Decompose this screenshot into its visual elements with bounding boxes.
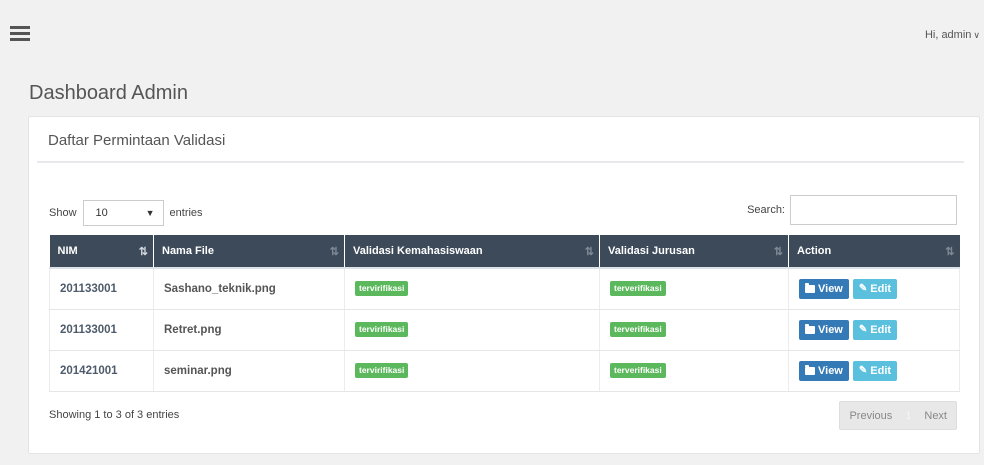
status-badge: tervirifikasi [355,322,409,337]
pencil-icon: ✎ [858,365,868,376]
cell-file-name: seminar.png [153,350,345,392]
entries-select[interactable]: 10 ▼ [82,200,164,226]
search-control: Search: [747,195,957,225]
cell-file-name: Sashano_teknik.png [153,267,345,310]
dropdown-arrow-icon: ▼ [145,208,155,218]
column-header-nim[interactable]: NIM ⇅ [49,235,154,268]
column-header-validasi-jurusan[interactable]: Validasi Jurusan ⇅ [599,235,789,268]
pagination: Previous 1 Next [839,401,957,430]
table-row: 201421001 seminar.png tervirifikasi terv… [49,350,960,392]
entries-length-control: Show 10 ▼ entries [49,200,203,226]
previous-page-button[interactable]: Previous [840,402,901,429]
status-badge: terverifikasi [610,281,666,297]
column-header-validasi-kemahasiswaan[interactable]: Validasi Kemahasiswaan ⇅ [344,235,600,268]
hamburger-menu-icon[interactable] [10,26,30,42]
view-button[interactable]: View [799,278,849,299]
cell-nim: 201421001 [49,350,154,392]
folder-icon [805,282,815,293]
edit-button[interactable]: ✎ Edit [852,319,898,340]
cell-nim: 201133001 [49,267,154,310]
sort-icon: ⇅ [329,246,339,258]
edit-button[interactable]: ✎ Edit [852,278,898,299]
sort-icon: ⇅ [773,246,783,258]
cell-nim: 201133001 [49,309,154,351]
next-page-button[interactable]: Next [915,402,956,429]
search-input[interactable] [790,195,957,225]
table-row: 201133001 Sashano_teknik.png tervirifika… [49,267,960,310]
sort-icon: ⇅ [584,246,594,258]
table-row: 201133001 Retret.png tervirifikasi terve… [49,309,960,351]
user-greeting: Hi, admin [924,29,972,41]
cell-file-name: Retret.png [153,309,345,351]
status-badge: terverifikasi [610,322,666,337]
sort-icon: ⇅ [945,246,954,258]
page-number-button[interactable]: 1 [901,402,915,429]
table-info: Showing 1 to 3 of 3 entries [49,409,180,421]
panel-divider [37,161,964,163]
folder-icon [805,364,815,375]
chevron-down-icon: ∨ [973,30,980,40]
view-button[interactable]: View [799,319,849,340]
show-label: Show [49,207,77,219]
entries-label: entries [169,207,203,219]
status-badge: tervirifikasi [355,281,409,297]
page-title: Dashboard Admin [29,82,188,104]
validation-request-panel: Daftar Permintaan Validasi Show 10 ▼ ent… [28,116,980,454]
table-header-row: NIM ⇅ Nama File ⇅ Validasi Kemahasiswaan ⇅ … [49,235,960,268]
pencil-icon: ✎ [858,283,868,295]
edit-button[interactable]: ✎ Edit [852,360,898,381]
folder-icon [805,323,815,334]
status-badge: tervirifikasi [355,363,409,378]
column-header-action[interactable]: Action ⇅ [788,235,960,268]
validation-table: NIM ⇅ Nama File ⇅ Validasi Kemahasiswaan ⇅ … [49,235,960,392]
search-label: Search: [747,204,785,216]
user-menu[interactable]: Hi, admin ∨ [925,29,980,41]
status-badge: terverifikasi [610,363,666,378]
pencil-icon: ✎ [858,324,868,335]
view-button[interactable]: View [799,360,849,381]
sort-icon: ⇅ [138,246,148,258]
column-header-nama-file[interactable]: Nama File ⇅ [153,235,345,268]
top-navbar: Hi, admin ∨ [0,0,984,66]
entries-select-value: 10 [95,207,108,219]
panel-title: Daftar Permintaan Validasi [48,132,226,149]
